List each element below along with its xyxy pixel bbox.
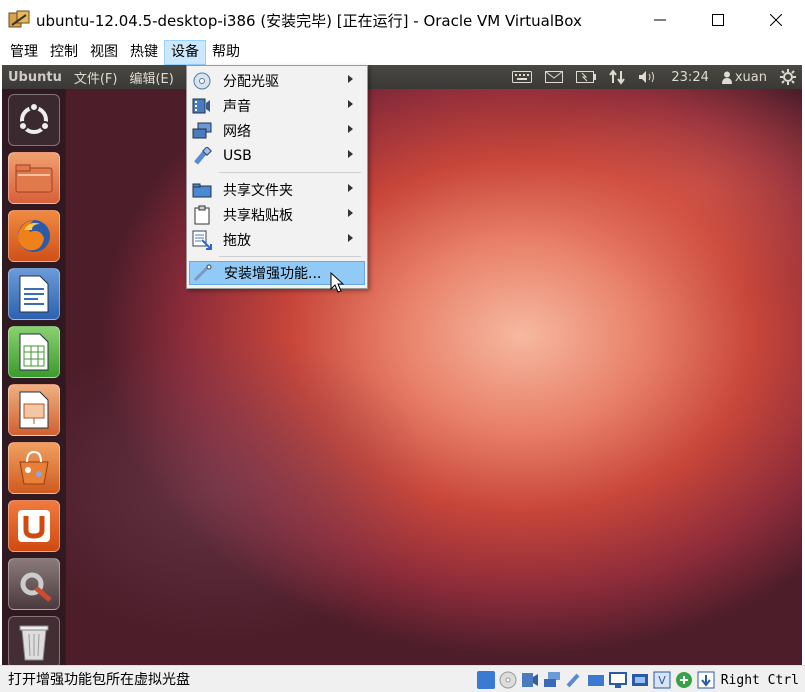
panel-indicators: 23:24 xuan <box>512 65 796 89</box>
panel-app-name: Ubuntu <box>8 69 62 85</box>
shared-folders-status-icon[interactable] <box>587 671 605 689</box>
menu-item-label: 共享粘贴板 <box>223 208 293 224</box>
window-titlebar[interactable]: ubuntu-12.04.5-desktop-i386 (安装完毕) [正在运行… <box>0 0 805 40</box>
vbox-menubar: 管理 控制 视图 热键 设备 帮助 <box>0 40 805 65</box>
close-button[interactable] <box>747 0 805 40</box>
mail-icon[interactable] <box>545 71 564 83</box>
keyboard-icon[interactable] <box>512 71 533 83</box>
audio-status-icon[interactable] <box>521 671 539 689</box>
libreoffice-calc-icon[interactable] <box>8 326 60 378</box>
unity-launcher <box>2 89 66 665</box>
menu-control[interactable]: 控制 <box>44 40 84 65</box>
software-center-icon[interactable] <box>8 442 60 494</box>
status-text: 打开增强功能包所在虚拟光盘 <box>8 672 190 688</box>
menu-devices[interactable]: 设备 <box>164 40 206 65</box>
submenu-arrow-icon <box>348 150 353 158</box>
window-title: ubuntu-12.04.5-desktop-i386 (安装完毕) [正在运行… <box>36 11 582 30</box>
status-bar: 打开增强功能包所在虚拟光盘 V Right Ctrl <box>0 665 805 692</box>
menu-item-label: USB <box>223 148 252 164</box>
panel-clock[interactable]: 23:24 <box>671 70 708 85</box>
panel-menu-file[interactable]: 文件(F) <box>74 68 118 87</box>
guest-additions-icon <box>192 263 214 283</box>
mouse-cursor-icon <box>330 272 344 293</box>
libreoffice-impress-icon[interactable] <box>8 384 60 436</box>
status-indicators: V Right Ctrl <box>476 669 799 691</box>
menu-item-label: 声音 <box>223 99 251 115</box>
menu-separator <box>219 256 361 257</box>
shared-folder-icon <box>191 180 213 200</box>
trash-icon[interactable] <box>8 616 60 665</box>
battery-icon[interactable] <box>576 71 597 83</box>
virtualbox-app-icon <box>8 9 30 31</box>
menu-hotkeys[interactable]: 热键 <box>124 40 164 65</box>
submenu-arrow-icon <box>348 234 353 242</box>
submenu-arrow-icon <box>348 125 353 133</box>
volume-icon[interactable] <box>638 70 658 84</box>
svg-text:V: V <box>658 674 666 687</box>
firefox-icon[interactable] <box>8 210 60 262</box>
mouse-integration-status-icon[interactable] <box>675 671 693 689</box>
menu-separator <box>219 172 361 173</box>
minimize-button[interactable] <box>631 0 689 40</box>
minimize-icon <box>654 19 666 21</box>
video-capture-status-icon[interactable] <box>631 671 649 689</box>
usb-icon <box>191 146 213 166</box>
menu-item-label: 共享文件夹 <box>223 183 293 199</box>
clipboard-icon <box>191 205 213 225</box>
submenu-arrow-icon <box>348 184 353 192</box>
vt-x-status-icon[interactable]: V <box>653 671 671 689</box>
files-icon[interactable] <box>8 152 60 204</box>
audio-icon <box>191 96 213 116</box>
menu-item-label: 网络 <box>223 124 251 140</box>
user-icon <box>721 71 732 84</box>
submenu-arrow-icon <box>348 75 353 83</box>
host-key-arrow-icon[interactable] <box>697 671 715 689</box>
display-status-icon[interactable] <box>608 671 627 689</box>
network-icon <box>191 121 213 141</box>
menu-machine[interactable]: 管理 <box>4 40 44 65</box>
host-key-label[interactable]: Right Ctrl <box>721 673 799 688</box>
menu-help[interactable]: 帮助 <box>206 40 246 65</box>
hard-disk-status-icon[interactable] <box>476 671 495 689</box>
dash-home-icon[interactable] <box>8 94 60 146</box>
menu-item-label: 安装增强功能... <box>224 266 322 282</box>
submenu-arrow-icon <box>348 100 353 108</box>
ubuntu-top-panel: Ubuntu 文件(F) 编辑(E) 23:24 xuan <box>2 65 802 89</box>
usb-status-icon[interactable] <box>565 671 583 689</box>
network-status-icon[interactable] <box>543 671 561 689</box>
menu-item-drag-drop[interactable]: 拖放 <box>189 228 365 252</box>
optical-drive-icon <box>191 71 213 91</box>
menu-item-audio[interactable]: 声音 <box>189 94 365 118</box>
menu-item-label: 拖放 <box>223 233 251 249</box>
menu-item-network[interactable]: 网络 <box>189 119 365 143</box>
maximize-button[interactable] <box>689 0 747 40</box>
panel-user-name: xuan <box>734 69 767 85</box>
menu-view[interactable]: 视图 <box>84 40 124 65</box>
menu-item-usb[interactable]: USB <box>189 144 365 168</box>
optical-drive-status-icon[interactable] <box>499 671 517 689</box>
devices-menu: 分配光驱 声音 网络 USB 共享文件夹 共享粘贴板 拖放 安装增强功能... <box>186 65 368 289</box>
libreoffice-writer-icon[interactable] <box>8 268 60 320</box>
network-updown-icon[interactable] <box>609 69 626 85</box>
maximize-icon <box>712 14 724 26</box>
close-icon <box>770 14 782 26</box>
drag-drop-icon <box>191 230 213 250</box>
panel-menu-edit[interactable]: 编辑(E) <box>129 68 173 87</box>
panel-user[interactable]: xuan <box>721 69 767 85</box>
system-settings-icon[interactable] <box>8 558 60 610</box>
ubuntu-one-icon[interactable] <box>8 500 60 552</box>
menu-item-shared-clipboard[interactable]: 共享粘贴板 <box>189 203 365 227</box>
vm-display[interactable]: Ubuntu 文件(F) 编辑(E) 23:24 xuan <box>2 65 802 665</box>
menu-item-label: 分配光驱 <box>223 74 279 90</box>
menu-item-shared-folders[interactable]: 共享文件夹 <box>189 178 365 202</box>
menu-item-optical-drives[interactable]: 分配光驱 <box>189 69 365 93</box>
submenu-arrow-icon <box>348 209 353 217</box>
session-gear-icon[interactable] <box>780 69 796 85</box>
